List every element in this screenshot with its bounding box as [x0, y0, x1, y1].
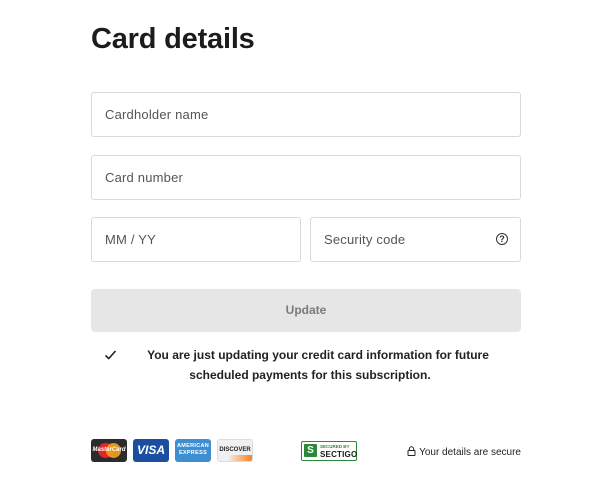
cardholder-name-placeholder: Cardholder name: [105, 107, 209, 122]
security-code-placeholder: Security code: [324, 232, 406, 247]
secure-notice: Your details are secure: [407, 446, 521, 460]
mastercard-label: MasterCard: [92, 447, 126, 453]
discover-logo: DISCOVER: [217, 439, 253, 462]
page-title: Card details: [91, 23, 255, 55]
update-button[interactable]: Update: [91, 289, 521, 332]
sectigo-main-text: SECTIGO: [320, 450, 358, 459]
expiry-date-input[interactable]: MM / YY: [91, 217, 301, 262]
expiry-placeholder: MM / YY: [105, 232, 157, 247]
secure-text: Your details are secure: [419, 447, 521, 458]
cardholder-name-input[interactable]: Cardholder name: [91, 92, 521, 137]
amex-logo: AMERICAN EXPRESS: [175, 439, 211, 462]
update-note-text: You are just updating your credit card i…: [147, 348, 489, 382]
update-note: You are just updating your credit card i…: [100, 345, 520, 385]
sectigo-top-text: SECURED BY: [320, 444, 350, 449]
security-code-input[interactable]: Security code ?: [310, 217, 521, 262]
card-number-placeholder: Card number: [105, 170, 184, 185]
sectigo-badge: S SECURED BY SECTIGO: [301, 441, 357, 461]
card-number-input[interactable]: Card number: [91, 155, 521, 200]
discover-label: DISCOVER: [219, 447, 251, 453]
visa-logo: VISA: [133, 439, 169, 462]
lock-icon: [407, 446, 416, 456]
question-circle-icon[interactable]: ?: [496, 233, 508, 245]
sectigo-shield-icon: S: [304, 444, 317, 457]
mastercard-logo: MasterCard: [91, 439, 127, 462]
